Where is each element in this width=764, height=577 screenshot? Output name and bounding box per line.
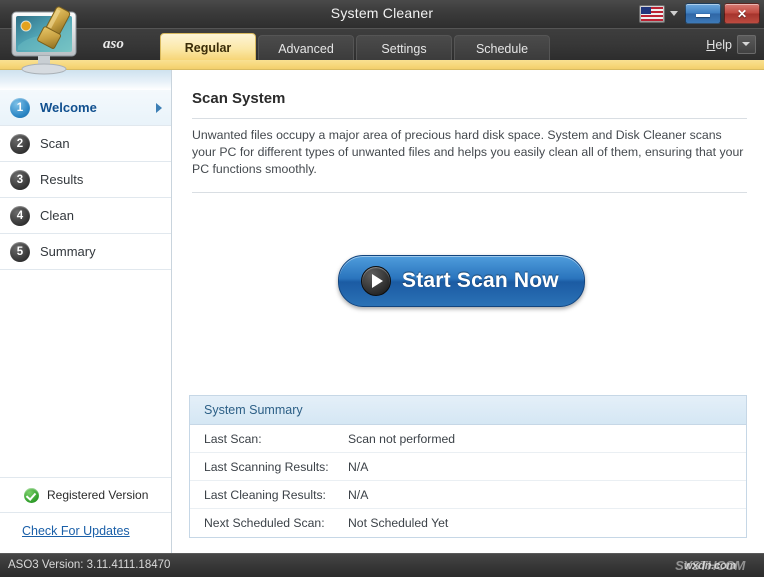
sidebar-item-scan[interactable]: 2 Scan [0,126,171,162]
flag-canton [641,6,651,14]
help-label-rest: elp [715,37,732,52]
divider-top [192,118,747,119]
title-bar: System Cleaner ✕ [0,0,764,28]
step-number-1: 1 [10,97,30,118]
registered-label: Registered Version [47,488,149,502]
summary-value: Scan not performed [348,431,456,446]
window-controls: ✕ [639,3,760,24]
sidebar-item-label: Clean [40,208,74,223]
step-number-3: 3 [10,169,30,190]
us-flag-icon[interactable] [639,4,665,23]
intro-paragraph: Unwanted files occupy a major area of pr… [192,128,744,176]
sidebar-item-label: Results [40,172,84,187]
help-menu[interactable]: Help [706,35,756,54]
tab-settings[interactable]: Settings [356,35,452,61]
sidebar-item-label: Summary [40,244,96,259]
sidebar-item-welcome[interactable]: 1 Welcome [0,90,171,126]
sidebar-item-label: Welcome [40,100,97,115]
step-number-4: 4 [10,205,30,226]
close-button[interactable]: ✕ [724,3,760,24]
caret-down-icon[interactable] [670,11,678,16]
system-summary-title: System Summary [190,396,746,425]
check-for-updates-link[interactable]: Check For Updates [22,524,130,538]
sidebar-item-label: Scan [40,136,70,151]
close-icon: ✕ [736,6,748,21]
sidebar-item-summary[interactable]: 5 Summary [0,234,171,270]
chevron-down-icon[interactable] [737,35,756,54]
system-summary-panel: System Summary Last Scan: Scan not perfo… [189,395,747,538]
minimize-icon [696,14,710,17]
tab-advanced[interactable]: Advanced [258,35,354,61]
summary-label: Last Scan: [204,431,262,446]
sidebar: 1 Welcome 2 Scan 3 Results 4 Clean 5 Sum… [0,70,172,553]
main-content: Scan System Unwanted files occupy a majo… [173,70,764,553]
page-title: Scan System [192,90,286,107]
start-scan-label: Start Scan Now [402,269,559,292]
summary-row-next-scheduled-scan: Next Scheduled Scan: Not Scheduled Yet [190,509,746,537]
step-number-5: 5 [10,241,30,262]
start-scan-button[interactable]: Start Scan Now [338,255,585,307]
summary-label: Last Scanning Results: [204,459,329,474]
summary-value: N/A [348,487,369,502]
summary-label: Next Scheduled Scan: [204,516,325,530]
watermark-front-text: wxdn.com [683,560,737,572]
monitor-brush-logo-icon [11,6,77,75]
accent-bar [0,60,764,70]
version-text: ASO3 Version: 3.11.4111.18470 [8,559,171,571]
play-icon [361,266,391,296]
summary-row-last-cleaning-results: Last Cleaning Results: N/A [190,481,746,509]
registered-status: Registered Version [0,477,171,513]
summary-value: Not Scheduled Yet [348,516,449,530]
chevron-right-icon [156,103,162,113]
step-number-2: 2 [10,133,30,154]
sidebar-nav: 1 Welcome 2 Scan 3 Results 4 Clean 5 Sum… [0,90,171,270]
sidebar-item-clean[interactable]: 4 Clean [0,198,171,234]
divider-bottom [192,192,747,193]
sidebar-item-results[interactable]: 3 Results [0,162,171,198]
green-check-icon [24,487,39,503]
tab-list: Regular Advanced Settings Schedule [160,31,552,61]
watermark: SYSTHCOM wxdn.com [662,557,758,575]
application-window: System Cleaner ✕ aso Regular Advanced Se… [0,0,764,577]
tab-schedule[interactable]: Schedule [454,35,550,61]
help-accelerator: H [706,37,716,52]
summary-row-last-scan: Last Scan: Scan not performed [190,425,746,453]
status-bar: ASO3 Version: 3.11.4111.18470 SYSTHCOM w… [0,553,764,577]
summary-label: Last Cleaning Results: [204,487,326,502]
minimize-button[interactable] [685,3,721,24]
summary-row-last-scanning-results: Last Scanning Results: N/A [190,453,746,481]
aso-wordmark: aso [103,36,124,52]
summary-value: N/A [348,459,369,474]
tab-bar: aso Regular Advanced Settings Schedule H… [0,28,764,61]
tab-regular[interactable]: Regular [160,33,256,61]
help-label[interactable]: Help [706,38,732,52]
